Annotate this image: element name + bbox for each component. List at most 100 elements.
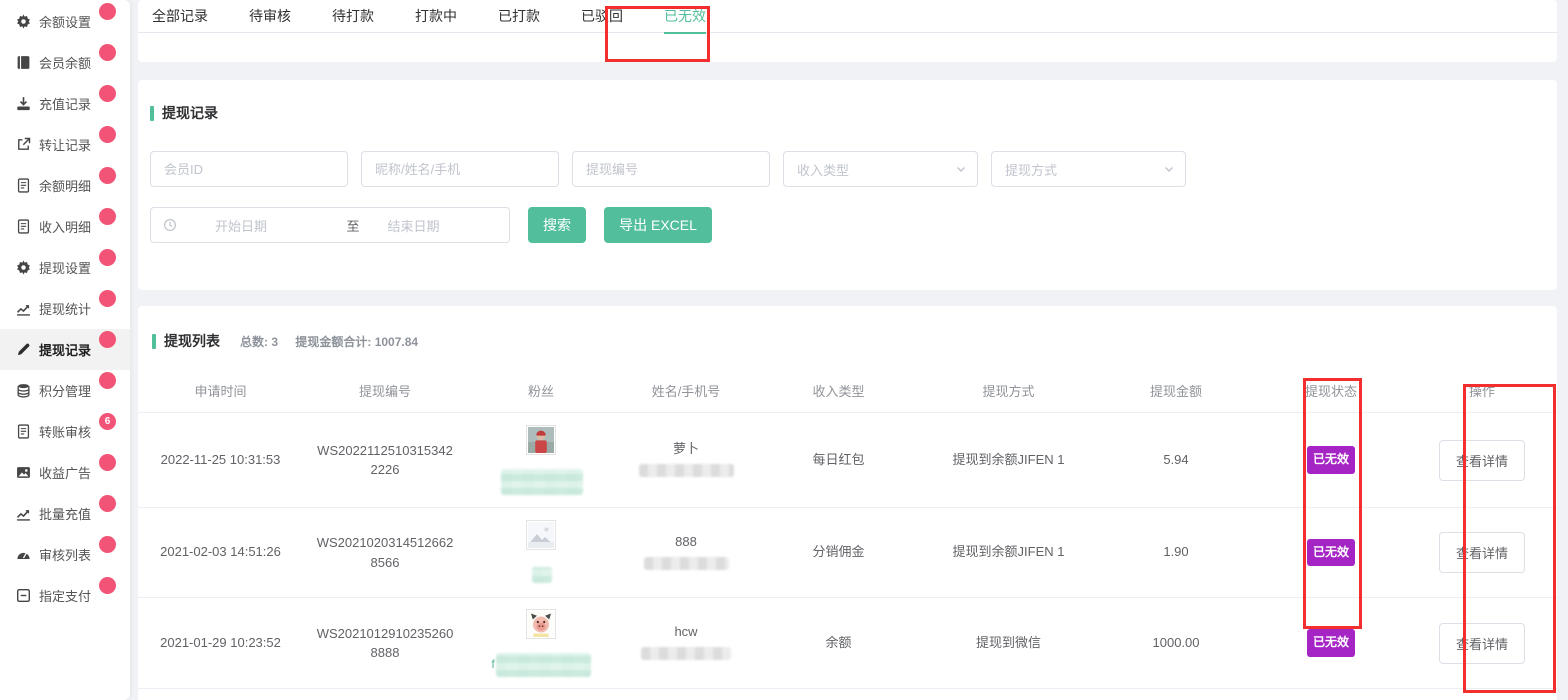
avatar-pig [526, 609, 556, 639]
sidebar-item-label: 审核列表 [39, 545, 91, 564]
cell-action: 查看详情 [1407, 623, 1557, 664]
sidebar-item-11[interactable]: 转账审核 6 [0, 411, 130, 452]
fan-nickname-prefix: f [491, 657, 494, 671]
external-link-icon [16, 137, 31, 152]
search-button[interactable]: 搜索 [528, 207, 586, 243]
withdraw-code-line1: WS2022112510315342 [303, 441, 467, 461]
export-excel-button[interactable]: 导出 EXCEL [604, 207, 712, 243]
censored-phone [639, 464, 734, 477]
view-detail-button[interactable]: 查看详情 [1439, 623, 1525, 664]
notification-badge [99, 536, 116, 553]
tab-3[interactable]: 待打款 [332, 0, 374, 33]
tab-5[interactable]: 已打款 [498, 0, 540, 33]
sidebar-item-6[interactable]: 收入明细 [0, 206, 130, 247]
date-separator: 至 [333, 216, 374, 235]
member-name: 萝卜 [615, 439, 757, 460]
sidebar-item-10[interactable]: 积分管理 [0, 370, 130, 411]
chart-icon [16, 506, 31, 521]
method-placeholder: 提现方式 [1005, 160, 1057, 179]
member-id-input[interactable] [150, 151, 348, 187]
income-type-select[interactable]: 收入类型 [783, 151, 978, 187]
cell-income-type: 余额 [757, 633, 920, 654]
tab-1[interactable]: 全部记录 [152, 0, 208, 33]
document-icon [16, 219, 31, 234]
notification-badge [99, 44, 116, 61]
sidebar-item-label: 指定支付 [39, 586, 91, 605]
cell-apply-time: 2021-01-29 10:23:52 [138, 633, 303, 654]
list-title-text: 提现列表 [164, 331, 220, 351]
notification-badge [99, 208, 116, 225]
amount-sum: 提现金额合计: 1007.84 [295, 335, 418, 349]
column-header: 申请时间 [138, 381, 303, 400]
gauge-icon [16, 547, 31, 562]
sidebar-item-5[interactable]: 余额明细 [0, 165, 130, 206]
sidebar-menu: 余额设置 会员余额 充值记录 转让记录 余额明细 收入明细 提现设置 提现统计 … [0, 1, 130, 616]
censored-nickname [532, 567, 552, 583]
cell-action: 查看详情 [1407, 440, 1557, 481]
withdraw-no-input[interactable] [572, 151, 770, 187]
notification-badge [99, 331, 116, 348]
sidebar-item-14[interactable]: 审核列表 [0, 534, 130, 575]
censored-phone [644, 557, 729, 570]
end-date-placeholder: 结束日期 [382, 216, 498, 235]
tab-7[interactable]: 已无效 [664, 0, 706, 33]
cell-fan: f [467, 609, 615, 677]
nickname-input[interactable] [361, 151, 559, 187]
view-detail-button[interactable]: 查看详情 [1439, 532, 1525, 573]
sidebar-item-2[interactable]: 会员余额 [0, 42, 130, 83]
table-row: 2022-11-25 10:31:53 WS2022112510315342 2… [138, 413, 1557, 508]
status-badge: 已无效 [1307, 539, 1355, 566]
withdraw-code-line1: WS2021020314512662 [303, 533, 467, 553]
table-row: 2021-01-29 10:23:52 WS2021012910235260 8… [138, 598, 1557, 689]
withdraw-code-line1: WS2021012910235260 [303, 624, 467, 644]
view-detail-button[interactable]: 查看详情 [1439, 440, 1525, 481]
gear-icon [16, 14, 31, 29]
cell-income-type: 分销佣金 [757, 542, 920, 563]
cell-withdraw-code: WS2021012910235260 8888 [303, 624, 467, 663]
accent-bar [150, 106, 154, 121]
tab-4[interactable]: 打款中 [415, 0, 457, 33]
cell-name-phone: 萝卜 [615, 439, 757, 481]
table-row: 2021-02-03 14:51:26 WS2021020314512662 8… [138, 508, 1557, 598]
column-header: 提现编号 [303, 381, 467, 400]
cell-status: 已无效 [1255, 446, 1407, 473]
notification-badge [99, 126, 116, 143]
avatar-figure [526, 425, 556, 455]
total-count: 总数: 3 [240, 335, 278, 349]
status-badge: 已无效 [1307, 446, 1355, 473]
sidebar-item-label: 转让记录 [39, 135, 91, 154]
sidebar-item-15[interactable]: 指定支付 [0, 575, 130, 616]
sidebar-item-label: 提现记录 [39, 340, 91, 359]
income-type-placeholder: 收入类型 [797, 160, 849, 179]
sidebar-item-8[interactable]: 提现统计 [0, 288, 130, 329]
sidebar-item-1[interactable]: 余额设置 [0, 1, 130, 42]
list-stats: 总数: 3 提现金额合计: 1007.84 [240, 333, 432, 350]
member-name: 888 [615, 532, 757, 553]
tab-2[interactable]: 待审核 [249, 0, 291, 33]
sidebar-item-label: 余额明细 [39, 176, 91, 195]
tab-6[interactable]: 已驳回 [581, 0, 623, 33]
withdraw-code-line2: 8566 [303, 553, 467, 573]
sidebar-item-4[interactable]: 转让记录 [0, 124, 130, 165]
method-select[interactable]: 提现方式 [991, 151, 1186, 187]
sidebar-item-3[interactable]: 充值记录 [0, 83, 130, 124]
sidebar-item-label: 转账审核 [39, 422, 91, 441]
notification-badge: 6 [99, 413, 116, 430]
sidebar-item-7[interactable]: 提现设置 [0, 247, 130, 288]
sidebar-item-label: 提现统计 [39, 299, 91, 318]
main-content: 全部记录待审核待打款打款中已打款已驳回已无效 提现记录 收入类型 提现方式 [138, 0, 1557, 700]
notification-badge [99, 577, 116, 594]
sidebar-item-label: 充值记录 [39, 94, 91, 113]
sidebar-item-9[interactable]: 提现记录 [0, 329, 130, 370]
sidebar-item-12[interactable]: 收益广告 [0, 452, 130, 493]
column-header: 提现方式 [920, 381, 1097, 400]
download-icon [16, 96, 31, 111]
sidebar-item-13[interactable]: 批量充值 [0, 493, 130, 534]
cell-status: 已无效 [1255, 539, 1407, 566]
sidebar-item-label: 余额设置 [39, 12, 91, 31]
sidebar-item-label: 批量充值 [39, 504, 91, 523]
censored-phone [641, 647, 731, 660]
date-range-picker[interactable]: 开始日期 至 结束日期 [150, 207, 510, 243]
book-icon [16, 55, 31, 70]
notification-badge [99, 495, 116, 512]
